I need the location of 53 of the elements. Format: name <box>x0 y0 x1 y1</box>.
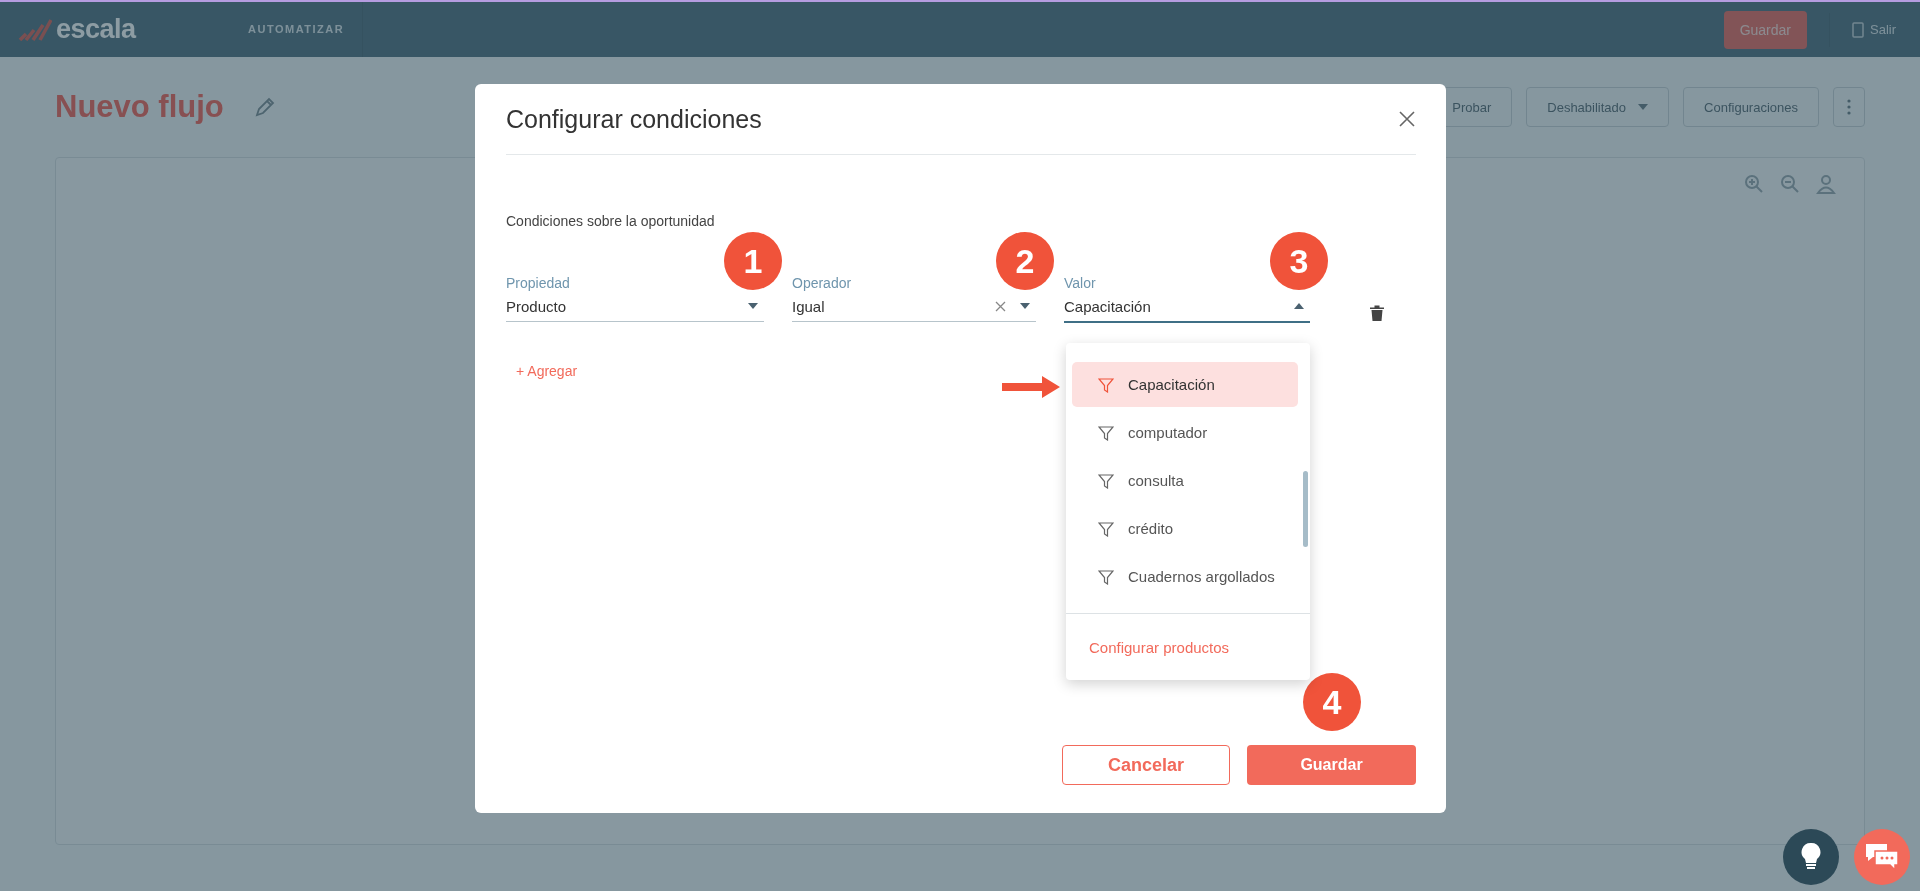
filter-icon <box>1098 520 1114 537</box>
more-button[interactable] <box>1833 87 1865 127</box>
door-icon <box>1852 21 1864 38</box>
trash-icon[interactable] <box>1370 305 1384 321</box>
filter-icon <box>1098 472 1114 489</box>
section-title[interactable]: AUTOMATIZAR <box>218 2 364 57</box>
step-badge: 3 <box>1270 232 1328 290</box>
zoom-in-icon[interactable] <box>1744 174 1764 194</box>
person-icon[interactable] <box>1816 174 1836 194</box>
select-field[interactable]: Igual <box>792 291 1036 322</box>
caret-icon <box>1294 303 1304 309</box>
dropdown-option[interactable]: crédito <box>1072 506 1298 551</box>
configure-link[interactable]: Configurar productos <box>1089 638 1230 656</box>
dialog-title: Configurar condiciones <box>506 104 762 134</box>
filter-icon <box>1098 376 1114 393</box>
flow-title: Nuevo flujo <box>55 89 224 125</box>
lightbulb-icon <box>1800 842 1822 872</box>
status-dropdown[interactable]: Deshabilitado <box>1526 87 1670 127</box>
step-badge: 4 <box>1303 673 1361 731</box>
dropdown-option[interactable]: Cuadernos argollados <box>1072 554 1298 599</box>
save-button[interactable]: Guardar <box>1247 745 1416 785</box>
pencil-icon[interactable] <box>253 96 276 118</box>
zoom-out-icon[interactable] <box>1780 174 1800 194</box>
caret-icon <box>1020 303 1030 309</box>
bar-chart-logo-icon <box>18 18 52 41</box>
field-label: Valor <box>1064 275 1097 291</box>
filter-icon <box>1098 568 1114 585</box>
step-badge: 1 <box>724 232 782 290</box>
dropdown-option[interactable]: computador <box>1072 410 1298 455</box>
clear-icon[interactable] <box>995 300 1006 312</box>
dropdown-option[interactable]: consulta <box>1072 458 1298 503</box>
section-label: Condiciones sobre la oportunidad <box>506 213 716 229</box>
select-field[interactable]: Capacitación <box>1064 291 1310 323</box>
exit-link[interactable]: Salir <box>1852 21 1896 38</box>
settings-button[interactable]: Configuraciones <box>1683 87 1819 127</box>
vertical-dots-icon <box>1847 99 1851 115</box>
chat-button[interactable] <box>1854 829 1910 885</box>
dropdown-option[interactable]: Capacitación <box>1072 362 1298 407</box>
field-label: Propiedad <box>506 275 571 291</box>
caret-icon <box>748 303 758 309</box>
cancel-button[interactable]: Cancelar <box>1062 745 1230 785</box>
close-icon[interactable] <box>1398 110 1416 128</box>
select-field[interactable]: Producto <box>506 291 764 322</box>
scrollbar[interactable] <box>1303 471 1308 547</box>
add-link[interactable]: + Agregar <box>516 363 578 379</box>
logo-text: escala <box>56 14 136 45</box>
tips-button[interactable] <box>1783 829 1839 885</box>
filter-icon <box>1098 424 1114 441</box>
pointer-arrow <box>1002 376 1060 398</box>
step-badge: 2 <box>996 232 1054 290</box>
field-label: Operador <box>792 275 853 291</box>
save-button[interactable]: Guardar <box>1723 10 1807 49</box>
caret-icon <box>1638 104 1649 110</box>
